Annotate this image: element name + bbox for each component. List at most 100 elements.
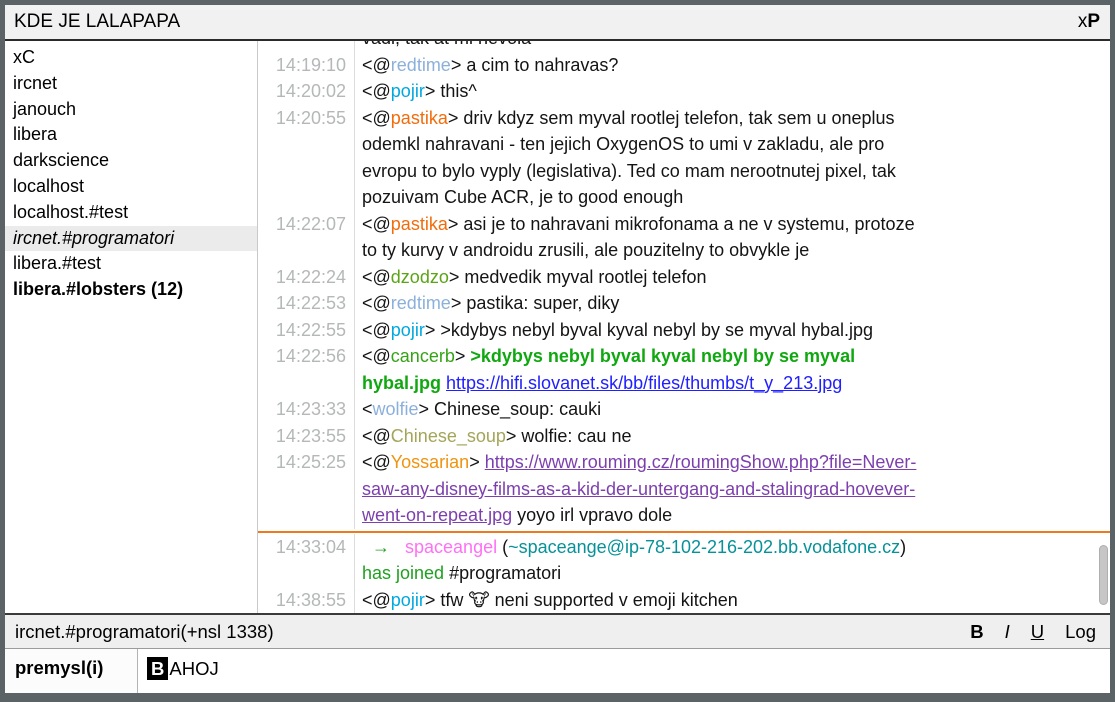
message-row: 14:23:33<wolfie> Chinese_soup: cauki [258, 396, 1110, 423]
message-segment: <@ [362, 590, 391, 610]
message-segment: <@ [362, 452, 391, 472]
message-row: 14:22:55<@pojir> >kdybys nebyl byval kyv… [258, 317, 1110, 344]
message-segment: <@ [362, 346, 391, 366]
underline-button[interactable]: U [1031, 621, 1044, 643]
nick-or-colored-segment: redtime [391, 55, 451, 75]
message-timestamp: 14:20:55 [258, 105, 355, 211]
message-segment: <@ [362, 55, 391, 75]
sidebar-item[interactable]: libera.#lobsters (12) [5, 277, 257, 303]
status-bar: ircnet.#programatori(+nsl 1338) BIU Log [5, 613, 1110, 649]
message-segment: <@ [362, 426, 391, 446]
message-row: 14:22:56<@cancerb> >kdybys nebyl byval k… [258, 343, 1110, 396]
message-text: <@pojir> tfw 🐮 neni supported v emoji ki… [355, 587, 1110, 614]
nick-or-colored-segment: dzodzo [391, 267, 449, 287]
message-row: 14:38:55<@pojir> tfw 🐮 neni supported v … [258, 587, 1110, 614]
status-text: ircnet.#programatori(+nsl 1338) [15, 621, 274, 643]
message-segment: ) [900, 537, 906, 557]
message-timestamp: 14:20:02 [258, 78, 355, 105]
unread-marker [258, 531, 1110, 533]
message-segment: ( [497, 537, 508, 557]
message-text: <@Chinese_soup> wolfie: cau ne [355, 423, 1110, 450]
message-timestamp: 14:25:25 [258, 449, 355, 529]
message-text: <@pastika> driv kdyz sem myval rootlej t… [355, 105, 1110, 211]
message-segment: > medvedik myval rootlej telefon [449, 267, 707, 287]
message-segment: > a cim to nahravas? [451, 55, 619, 75]
message-segment: <@ [362, 267, 391, 287]
input-bar: premysl(i) BAHOJ [5, 649, 1110, 693]
message-text: → spaceangel (~spaceange@ip-78-102-216-2… [355, 534, 1110, 587]
message-timestamp: 14:23:55 [258, 423, 355, 450]
message-segment: > tfw 🐮 neni supported v emoji kitchen [425, 590, 738, 610]
message-segment: < [362, 399, 373, 419]
title-bar: KDE JE LALAPAPA xP [5, 5, 1110, 41]
nick-or-colored-segment: pastika [391, 108, 448, 128]
nick-or-colored-segment: Chinese_soup [391, 426, 506, 446]
chat-scrollbar[interactable] [1097, 41, 1110, 613]
message-list: vadi, tak at mi nevola14:19:10<@redtime>… [258, 41, 1110, 613]
message-timestamp: 14:22:55 [258, 317, 355, 344]
message-text: <@cancerb> >kdybys nebyl byval kyval neb… [355, 343, 1110, 396]
channel-list: xCircnetjanouchliberadarksciencelocalhos… [5, 41, 258, 613]
message-timestamp: 14:22:56 [258, 343, 355, 396]
log-button[interactable]: Log [1065, 621, 1096, 643]
sidebar-item[interactable]: ircnet.#programatori [5, 226, 257, 252]
message-row: 14:22:53<@redtime> pastika: super, diky [258, 290, 1110, 317]
message-segment: yoyo irl vpravo dole [512, 505, 672, 525]
nick-or-colored-segment: cancerb [391, 346, 455, 366]
message-text: <@pojir> >kdybys nebyl byval kyval nebyl… [355, 317, 1110, 344]
sidebar-item[interactable]: darkscience [5, 148, 257, 174]
message-text: <wolfie> Chinese_soup: cauki [355, 396, 1110, 423]
message-segment: <@ [362, 320, 391, 340]
sidebar-item[interactable]: localhost [5, 174, 257, 200]
message-segment: > Chinese_soup: cauki [419, 399, 602, 419]
message-row: 14:25:25<@Yossarian> https://www.rouming… [258, 449, 1110, 529]
message-timestamp [258, 41, 355, 52]
message-text: <@pastika> asi je to nahravani mikrofona… [355, 211, 1110, 264]
nick-or-colored-segment: pojir [391, 81, 425, 101]
message-row: 14:19:10 <@redtime> a cim to nahravas? [258, 52, 1110, 79]
message-timestamp: 14:23:33 [258, 396, 355, 423]
message-segment: > [469, 452, 485, 472]
window-buttons: xP [1078, 11, 1100, 33]
bold-control-char: B [147, 657, 168, 680]
italic-button[interactable]: I [1005, 621, 1010, 643]
sidebar-item[interactable]: ircnet [5, 71, 257, 97]
message-segment: <@ [362, 214, 391, 234]
message-segment: <@ [362, 81, 391, 101]
sidebar-item[interactable]: janouch [5, 97, 257, 123]
sidebar-item[interactable]: libera [5, 122, 257, 148]
message-text: vadi, tak at mi nevola [355, 41, 1110, 52]
message-input[interactable]: BAHOJ [138, 649, 1110, 693]
format-buttons: BIU Log [970, 621, 1096, 643]
window-button-x[interactable]: x [1078, 11, 1088, 32]
message-row: 14:22:07<@pastika> asi je to nahravani m… [258, 211, 1110, 264]
sidebar-item[interactable]: localhost.#test [5, 200, 257, 226]
own-nick-label: premysl(i) [5, 649, 138, 693]
message-segment: > >kdybys nebyl byval kyval nebyl by se … [425, 320, 873, 340]
message-link[interactable]: https://hifi.slovanet.sk/bb/files/thumbs… [446, 373, 842, 393]
message-segment: > this^ [425, 81, 477, 101]
chat-area: vadi, tak at mi nevola14:19:10<@redtime>… [258, 41, 1110, 613]
scrollbar-thumb[interactable] [1099, 545, 1108, 605]
irc-client-window: KDE JE LALAPAPA xP xCircnetjanouchlibera… [0, 0, 1115, 702]
message-segment: > wolfie: cau ne [506, 426, 632, 446]
main-area: xCircnetjanouchliberadarksciencelocalhos… [5, 41, 1110, 613]
message-segment: vadi, tak at mi nevola [362, 41, 531, 48]
message-row: 14:22:24 <@dzodzo> medvedik myval rootlej… [258, 264, 1110, 291]
sidebar-item[interactable]: libera.#test [5, 251, 257, 277]
sidebar-item[interactable]: xC [5, 45, 257, 71]
message-segment: #programatori [444, 563, 561, 583]
message-timestamp: 14:22:24 [258, 264, 355, 291]
nick-or-colored-segment: wolfie [373, 399, 419, 419]
nick-or-colored-segment: pojir [391, 590, 425, 610]
nick-or-colored-segment: spaceangel [405, 537, 497, 557]
message-timestamp: 14:33:04 [258, 534, 355, 587]
message-segment: <@ [362, 293, 391, 313]
window-button-p[interactable]: P [1087, 11, 1100, 32]
bold-button[interactable]: B [970, 621, 983, 643]
nick-or-colored-segment: Yossarian [391, 452, 469, 472]
message-text: <@pojir> this^ [355, 78, 1110, 105]
message-timestamp: 14:19:10 [258, 52, 355, 79]
message-segment: <@ [362, 108, 391, 128]
input-value: AHOJ [169, 658, 218, 679]
